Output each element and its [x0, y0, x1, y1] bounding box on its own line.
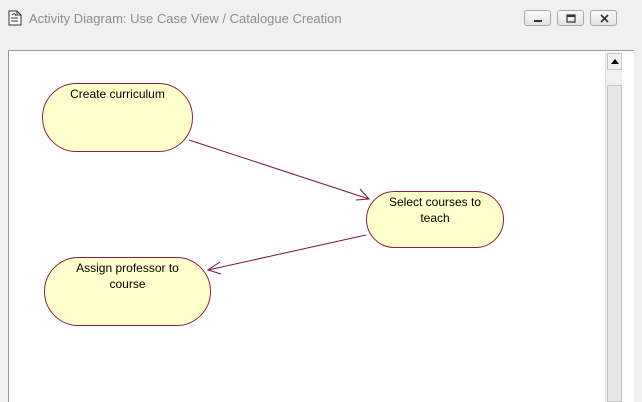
scroll-thumb[interactable] — [607, 85, 622, 402]
scroll-up-button[interactable] — [607, 53, 622, 70]
activity-select-courses[interactable]: Select courses to teach — [366, 191, 504, 248]
activity-create-curriculum[interactable]: Create curriculum — [42, 83, 193, 152]
transition-create-to-select[interactable] — [188, 139, 371, 201]
arrow-up-icon — [611, 59, 619, 64]
activity-label: Create curriculum — [70, 87, 165, 101]
transition-edges — [188, 139, 371, 275]
activity-label: Assign professor to course — [76, 261, 179, 291]
vertical-scrollbar[interactable] — [605, 52, 622, 402]
activity-assign-professor[interactable]: Assign professor to course — [44, 257, 211, 326]
activity-label: Select courses to teach — [388, 195, 482, 225]
diagram-window: Activity Diagram: Use Case View / Catalo… — [0, 0, 642, 402]
transition-select-to-assign[interactable] — [206, 234, 367, 275]
